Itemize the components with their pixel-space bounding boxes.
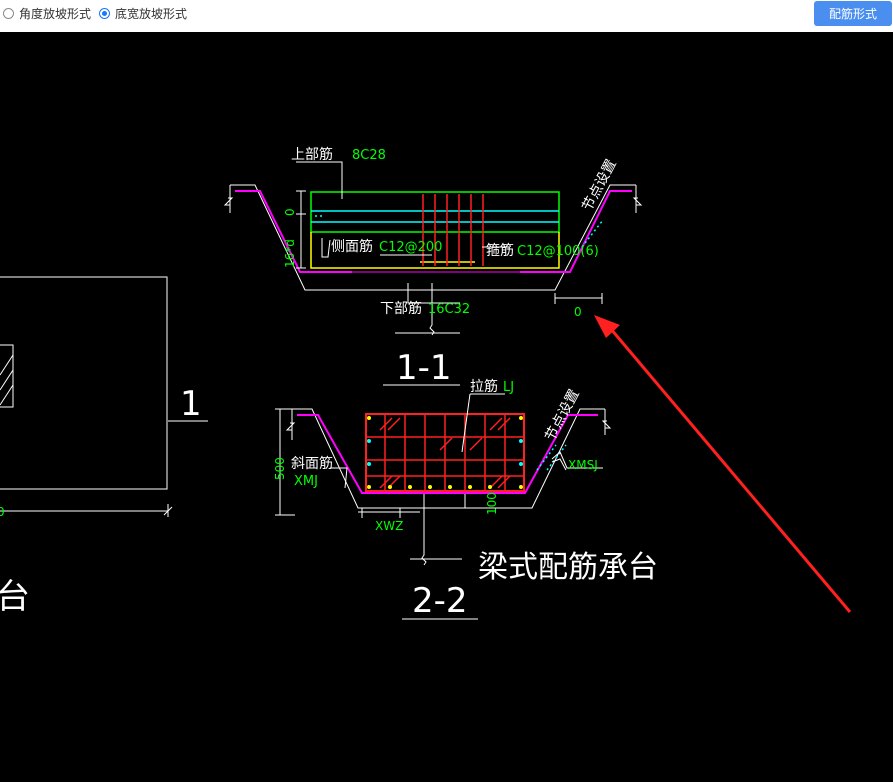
top-bar-value: 8C28 [352, 148, 386, 163]
radio-circle-icon[interactable] [99, 7, 110, 19]
radio-label: 角度放坡形式 [19, 6, 92, 21]
side-bar-label: 侧面筋 [331, 238, 373, 255]
radio-width-slope[interactable]: 底宽放坡形式 [99, 4, 187, 22]
dim-bottom-text: 0 [574, 305, 582, 319]
tie-bar-value: LJ [503, 380, 514, 395]
dim-slope-text: XMSJ [568, 458, 598, 472]
radio-circle-icon[interactable] [3, 7, 14, 19]
slope-bar-label: 斜面筋 [291, 455, 333, 472]
side-bar-value: C12@200 [379, 240, 442, 255]
radio-angle-slope[interactable]: 角度放坡形式 [3, 4, 91, 22]
dim-width-text: XWZ [375, 519, 403, 533]
cad-drawing-canvas[interactable]: 1 0 台 上部筋 8C28 侧面筋 C12@200 箍筋 C12@100(6)… [0, 32, 893, 782]
stirrup-label: 箍筋 [486, 242, 514, 259]
tie-bar-label: 拉筋 [470, 378, 498, 395]
toolbar: 角度放坡形式 底宽放坡形式 配筋形式 [0, 0, 893, 32]
left-section-label: 1 [180, 384, 202, 424]
main-title: 梁式配筋承台 [478, 550, 658, 585]
slope-bar-value: XMJ [294, 474, 318, 489]
left-dim-text: 0 [0, 505, 5, 519]
dim-top-text: 0 [283, 208, 297, 216]
dim-bottom-text-2: 100 [485, 492, 499, 515]
left-partial-view: 1 0 台 [0, 276, 208, 617]
section-1-1: 上部筋 8C28 侧面筋 C12@200 箍筋 C12@100(6) 下部筋 1… [223, 146, 643, 388]
bottom-bar-value: 16C32 [428, 302, 470, 317]
dim-height-text: 500 [273, 457, 287, 480]
dim-side-text: 16*d [283, 239, 297, 268]
section-2-2-title: 2-2 [412, 581, 468, 621]
top-bar-label: 上部筋 [291, 146, 333, 163]
bottom-bar-label: 下部筋 [380, 300, 422, 317]
section-1-1-title: 1-1 [396, 348, 452, 388]
stirrup-value: C12@100(6) [517, 244, 599, 259]
left-cut-text: 台 [0, 577, 30, 617]
rebar-form-button[interactable]: 配筋形式 [814, 1, 892, 26]
radio-label: 底宽放坡形式 [115, 6, 188, 21]
